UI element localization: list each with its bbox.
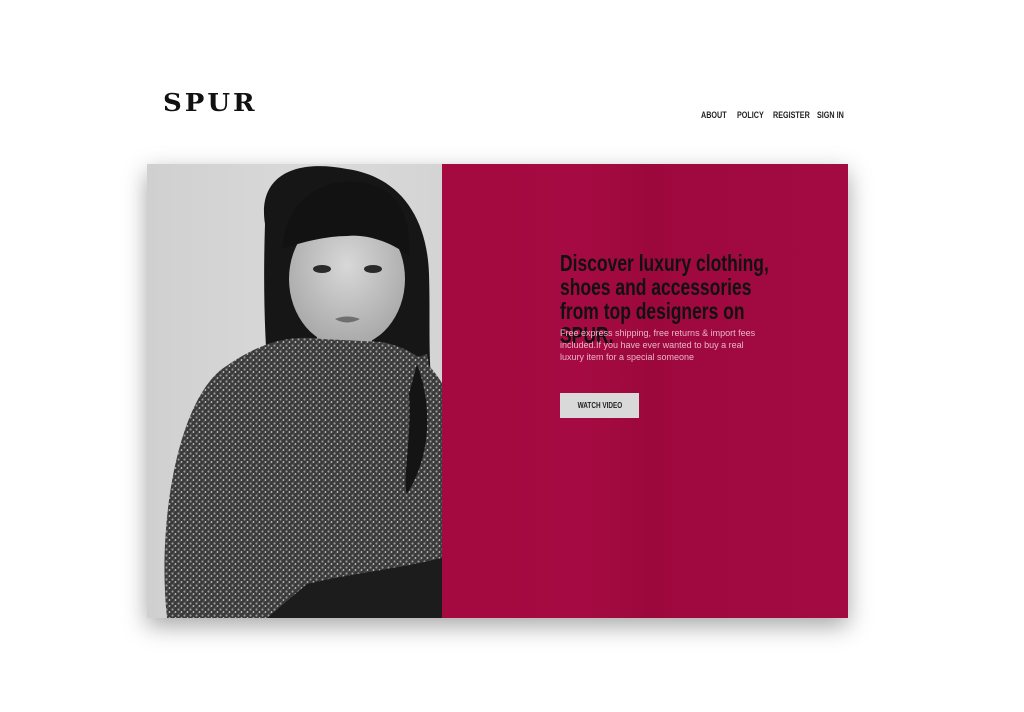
hero-subtext: Free express shipping, free returns & im… [560, 328, 756, 362]
hero-banner [147, 164, 848, 618]
nav-item-policy[interactable]: POLICY [737, 110, 766, 120]
brand-logo[interactable]: SPUR [163, 90, 258, 118]
nav-item-register[interactable]: REGISTER [773, 110, 810, 120]
landing-page: SPUR ABOUT POLICY REGISTER SIGN IN Disco… [0, 0, 1024, 712]
hero-color-panel [442, 164, 848, 618]
nav-item-sign-in[interactable]: SIGN IN [817, 110, 844, 120]
hero-photo [147, 164, 532, 618]
watch-video-label: WATCH VIDEO [577, 401, 622, 410]
watch-video-button[interactable]: WATCH VIDEO [560, 393, 639, 418]
nav-item-about[interactable]: ABOUT [701, 110, 730, 120]
top-nav: ABOUT POLICY REGISTER SIGN IN [701, 110, 847, 120]
